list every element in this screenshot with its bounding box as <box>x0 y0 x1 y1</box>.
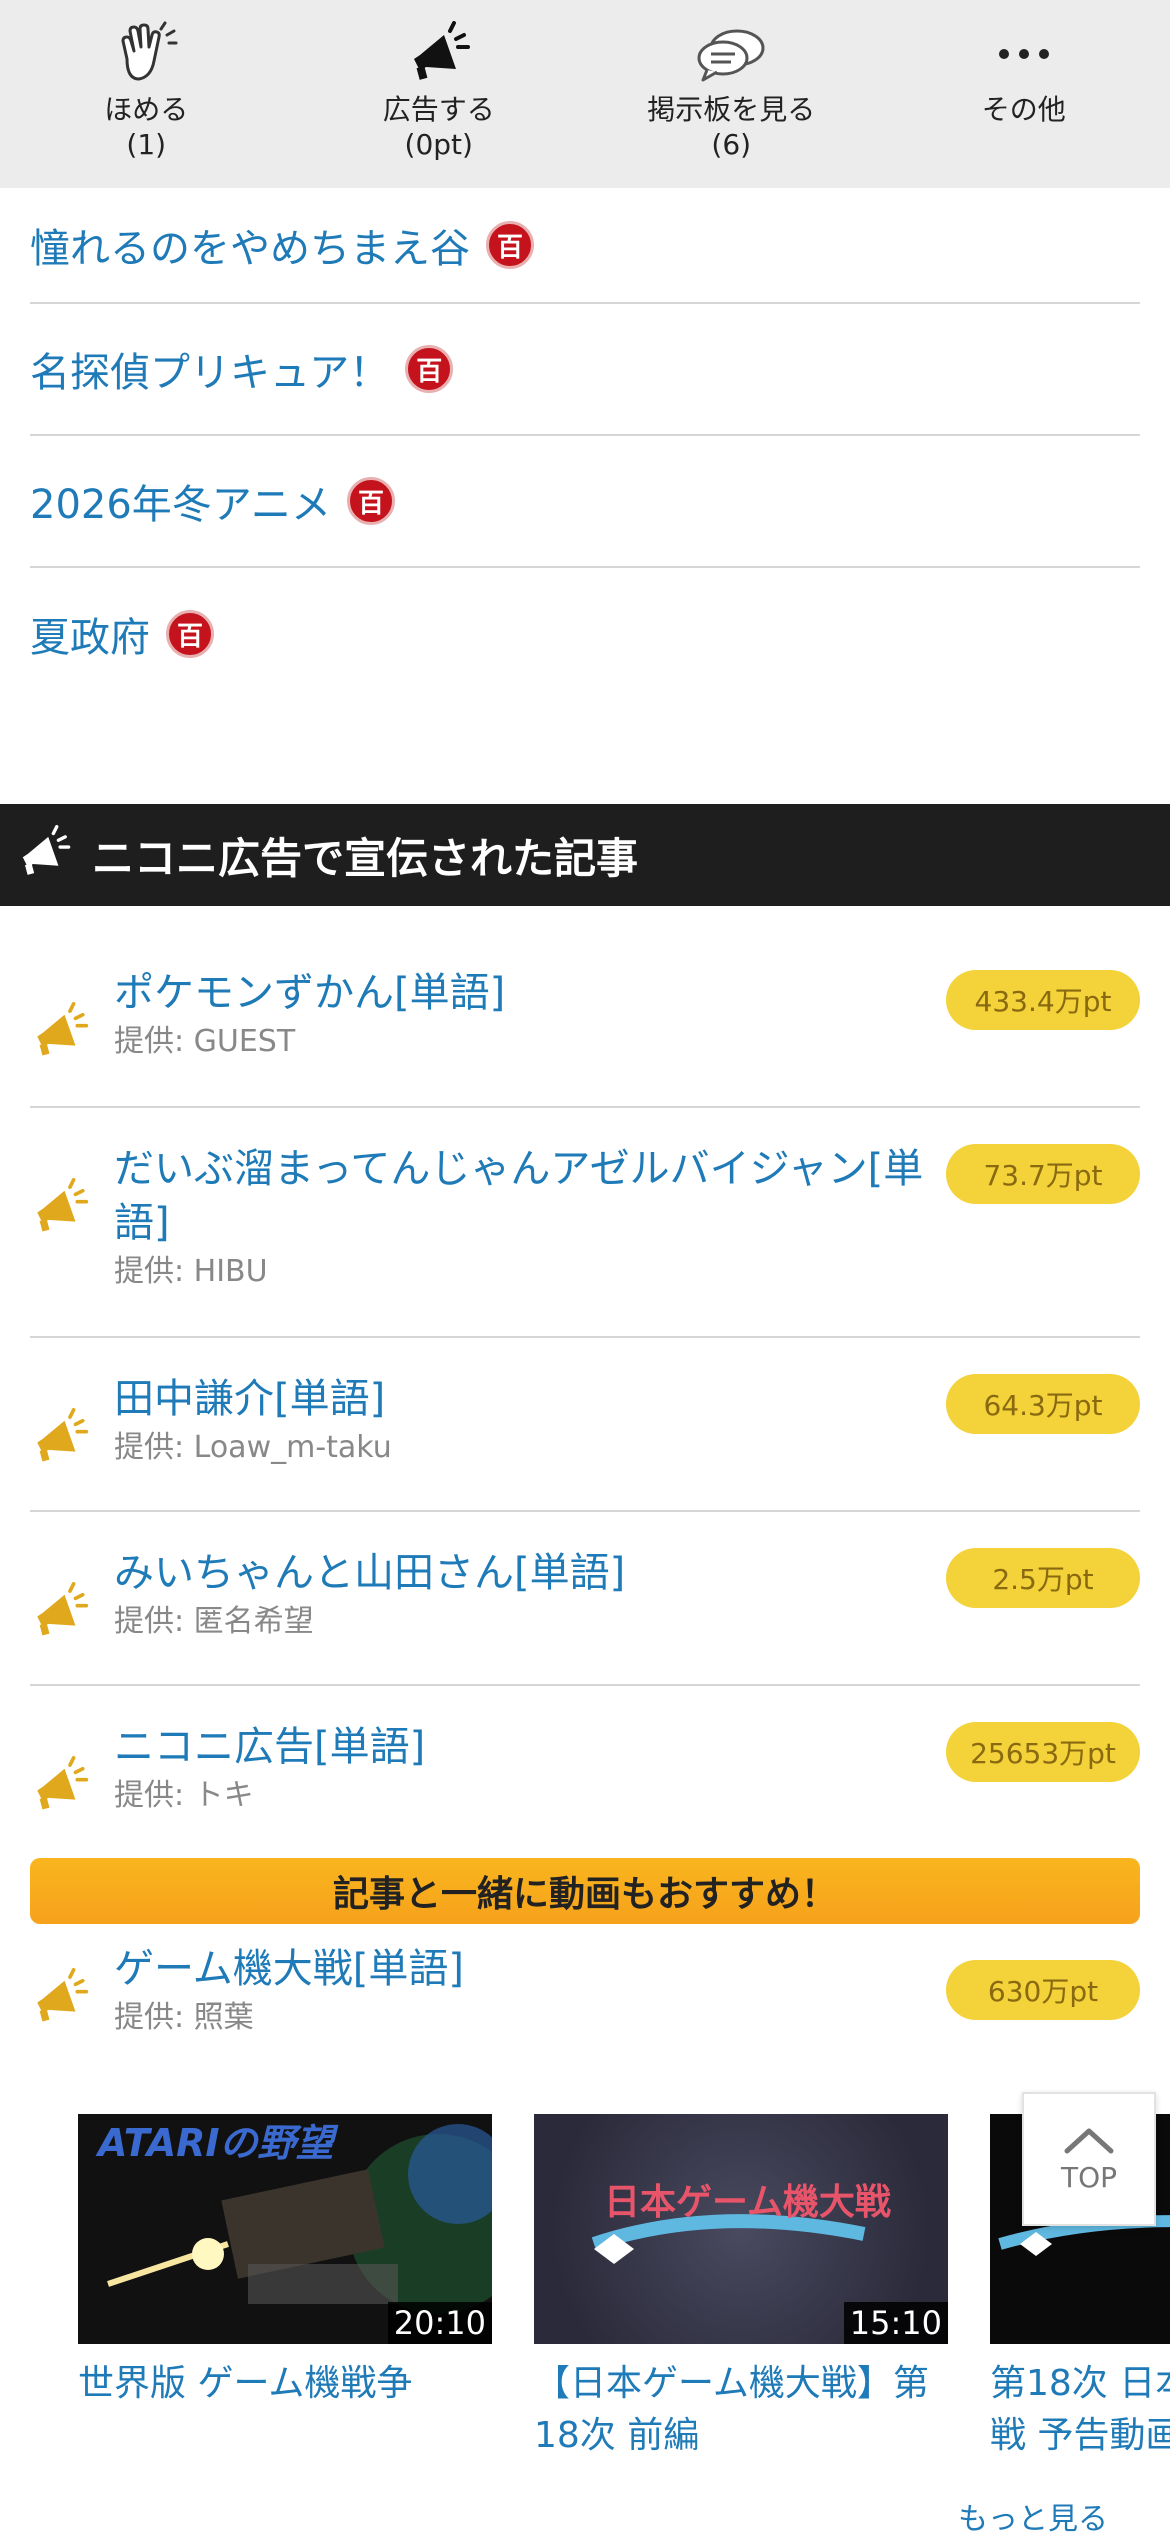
ad-title[interactable]: みいちゃんと山田さん[単語] <box>114 1546 940 1600</box>
more-button[interactable]: その他 <box>878 0 1170 188</box>
thumbnail-logo-text: ATARIの野望 <box>95 2121 340 2165</box>
featured-ad: ゲーム機大戦[単語] 提供: 照葉 630万pt <box>30 1942 1140 2062</box>
more-link[interactable]: もっと見る <box>958 2494 1108 2532</box>
more-label: その他 <box>981 93 1066 126</box>
scroll-top-label: TOP <box>1060 2160 1118 2194</box>
ad-item[interactable]: ゲーム機大戦[単語] 提供: 照葉 630万pt <box>30 1942 1140 2062</box>
hyakka-badge-icon: 百 <box>405 345 454 393</box>
megaphone-icon <box>30 1142 114 1336</box>
advertise-count: (0pt) <box>404 128 473 161</box>
ad-provider: 提供: 照葉 <box>114 2000 254 2035</box>
megaphone-icon <box>30 1546 114 1684</box>
thumbnail-logo-text: 日本ゲーム機大戦 <box>604 2182 891 2223</box>
points-badge: 2.5万pt <box>946 1548 1140 1608</box>
related-title[interactable]: 2026年冬アニメ <box>30 472 331 530</box>
points-badge: 64.3万pt <box>946 1374 1140 1434</box>
video-title[interactable]: 【日本ゲーム機大戦】第18次 前編 <box>534 2358 948 2462</box>
chat-bubbles-icon <box>695 18 767 90</box>
video-carousel: ATARIの野望 20:10 世界版 ゲーム機戦争 日本ゲーム機大戦 15:10… <box>78 2114 1170 2532</box>
related-item[interactable]: 2026年冬アニメ 百 <box>30 436 1140 568</box>
video-duration: 15:10 <box>843 2302 948 2344</box>
megaphone-icon <box>30 1372 114 1510</box>
related-item[interactable]: 名探偵プリキュア！ 百 <box>30 304 1140 436</box>
board-label: 掲示板を見る <box>647 93 816 126</box>
ad-title[interactable]: ポケモンずかん[単語] <box>114 966 940 1020</box>
video-duration: 20:10 <box>387 2302 492 2344</box>
praise-count: (1) <box>126 128 167 161</box>
ad-item[interactable]: ポケモンずかん[単語] 提供: GUEST 433.4万pt <box>30 936 1140 1108</box>
points-badge: 73.7万pt <box>946 1144 1140 1204</box>
ad-list: ポケモンずかん[単語] 提供: GUEST 433.4万pt だいぶ溜まってんじ… <box>30 936 1140 1858</box>
scroll-top-button[interactable]: TOP <box>1022 2092 1156 2226</box>
megaphone-icon <box>30 966 114 1106</box>
related-title[interactable]: 夏政府 <box>30 605 150 663</box>
hyakka-badge-icon: 百 <box>486 221 534 269</box>
ad-provider: 提供: GUEST <box>114 1024 296 1059</box>
board-button[interactable]: 掲示板を見る (6) <box>585 0 878 188</box>
chevron-up-icon <box>1061 2125 1117 2159</box>
video-card[interactable]: ATARIの野望 20:10 世界版 ゲーム機戦争 <box>78 2114 492 2410</box>
points-badge: 433.4万pt <box>946 970 1140 1030</box>
praise-label: ほめる <box>104 93 189 126</box>
megaphone-icon <box>403 18 475 90</box>
clap-icon <box>110 18 182 90</box>
video-title[interactable]: 世界版 ゲーム機戦争 <box>78 2358 492 2410</box>
hyakka-badge-icon: 百 <box>166 610 214 658</box>
advertise-button[interactable]: 広告する (0pt) <box>293 0 586 188</box>
ad-provider: 提供: 匿名希望 <box>114 1604 314 1639</box>
recommend-banner: 記事と一緒に動画もおすすめ！ <box>30 1858 1140 1924</box>
action-bar: ほめる (1) 広告する (0pt) 掲示板を見る (6) その他 <box>0 0 1170 188</box>
ad-provider: 提供: Loaw_m-taku <box>114 1430 392 1465</box>
ad-title[interactable]: ゲーム機大戦[単語] <box>114 1942 940 1996</box>
section-title: ニコニ広告で宣伝された記事 <box>92 833 639 883</box>
megaphone-icon <box>16 825 72 885</box>
ad-item[interactable]: だいぶ溜まってんじゃんアゼルバイジャン[単語] 提供: HIBU 73.7万pt <box>30 1108 1140 1338</box>
related-title[interactable]: 憧れるのをやめちまえ谷 <box>30 216 470 274</box>
points-badge: 630万pt <box>946 1960 1140 2020</box>
advertise-label: 広告する <box>382 93 495 126</box>
video-card[interactable]: 日本ゲーム機大戦 15:10 【日本ゲーム機大戦】第18次 前編 <box>534 2114 948 2462</box>
ad-title[interactable]: ニコニ広告[単語] <box>114 1720 940 1774</box>
ad-item[interactable]: 田中謙介[単語] 提供: Loaw_m-taku 64.3万pt <box>30 1338 1140 1512</box>
section-header: ニコニ広告で宣伝された記事 <box>0 804 1170 906</box>
board-count: (6) <box>711 128 752 161</box>
ad-item[interactable]: ニコニ広告[単語] 提供: トキ 25653万pt <box>30 1686 1140 1858</box>
megaphone-icon <box>30 1942 114 2062</box>
praise-button[interactable]: ほめる (1) <box>0 0 293 188</box>
ad-title[interactable]: だいぶ溜まってんじゃんアゼルバイジャン[単語] <box>114 1142 940 1250</box>
ad-item[interactable]: みいちゃんと山田さん[単語] 提供: 匿名希望 2.5万pt <box>30 1512 1140 1686</box>
ad-title[interactable]: 田中謙介[単語] <box>114 1372 940 1426</box>
video-title[interactable]: 第18次 日本ゲーム機大戦 予告動画 <box>990 2358 1170 2462</box>
megaphone-icon <box>30 1720 114 1858</box>
points-badge: 25653万pt <box>946 1722 1140 1782</box>
related-title[interactable]: 名探偵プリキュア！ <box>30 340 389 398</box>
ad-provider: 提供: トキ <box>114 1778 254 1813</box>
related-list: 憧れるのをやめちまえ谷 百 名探偵プリキュア！ 百 2026年冬アニメ 百 夏政… <box>30 188 1140 700</box>
more-icon <box>988 18 1060 90</box>
ad-provider: 提供: HIBU <box>114 1254 268 1289</box>
hyakka-badge-icon: 百 <box>347 477 395 525</box>
related-item[interactable]: 夏政府 百 <box>30 568 1140 700</box>
video-thumbnail[interactable]: ATARIの野望 20:10 <box>78 2114 492 2344</box>
video-thumbnail[interactable]: 日本ゲーム機大戦 15:10 <box>534 2114 948 2344</box>
related-item[interactable]: 憧れるのをやめちまえ谷 百 <box>30 188 1140 304</box>
